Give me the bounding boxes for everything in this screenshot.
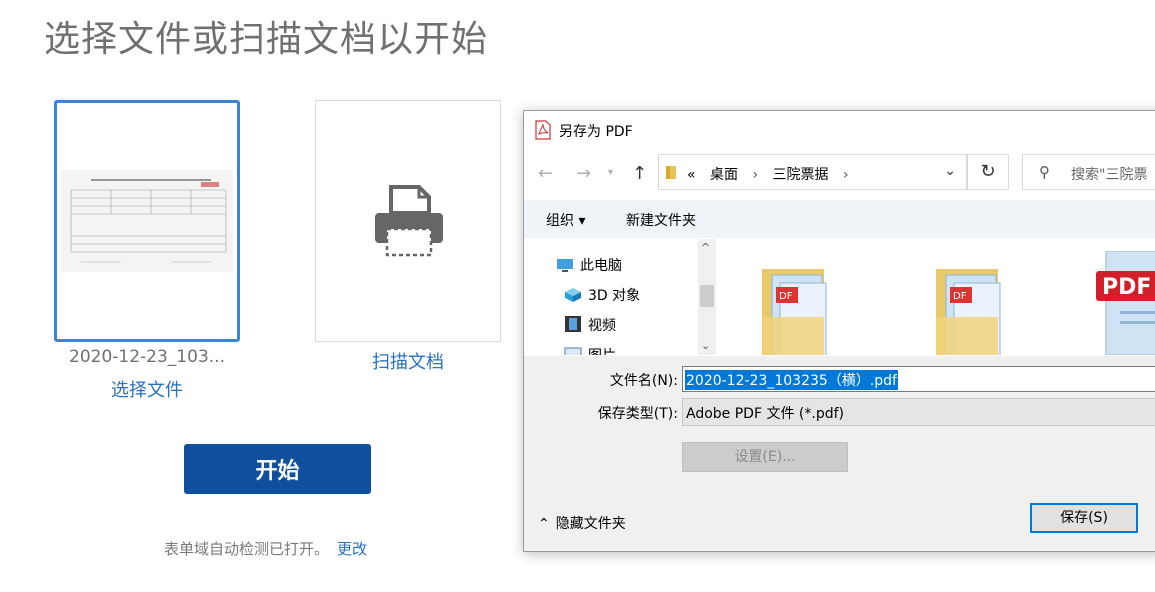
file-name: 2020-12-23_103... (69, 347, 225, 367)
scroll-down-icon[interactable]: ⌄ (701, 339, 710, 352)
filename-label: 文件名(N): (609, 373, 678, 389)
filename-value: 2020-12-23_103235（横）.pdf (685, 370, 898, 390)
form-detection-text: 表单域自动检测已打开。 (164, 540, 330, 558)
file-type-value: Adobe PDF 文件 (*.pdf) (686, 406, 844, 422)
document-thumbnail (61, 170, 233, 272)
svg-text:DF: DF (779, 291, 793, 302)
nav-item-label: 视频 (588, 318, 616, 334)
dialog-toolbar: 组织 ▾ 新建文件夹 (524, 200, 1155, 238)
chevron-up-icon: ⌃ (538, 516, 550, 532)
search-input[interactable]: ⚲ 搜索"三院票 (1022, 154, 1155, 190)
folder-icon (665, 164, 679, 184)
refresh-icon[interactable]: ↻ (967, 154, 1009, 190)
up-arrow-icon[interactable]: ↑ (632, 163, 647, 184)
picture-icon (564, 347, 582, 355)
breadcrumb-sep-icon[interactable]: › (843, 167, 849, 183)
file-type-label: 保存类型(T): (597, 406, 678, 422)
settings-button: 设置(E)... (682, 442, 848, 472)
search-icon: ⚲ (1039, 163, 1050, 181)
nav-item-label: 此电脑 (580, 258, 622, 274)
breadcrumb-desktop[interactable]: 桌面 (710, 167, 738, 183)
scroll-thumb[interactable] (700, 285, 714, 307)
hide-folders-toggle[interactable]: ⌃ 隐藏文件夹 (538, 513, 626, 533)
dialog-titlebar[interactable]: 另存为 PDF (524, 111, 1155, 147)
svg-text:PDF: PDF (1102, 275, 1151, 300)
navigation-bar: ← → ▾ ↑ « 桌面 › 三院票据 › ⌄ ↻ ⚲ 搜索"三院票 (524, 153, 1155, 191)
nav-item-label: 3D 对象 (588, 288, 641, 304)
hide-folders-label: 隐藏文件夹 (555, 516, 626, 532)
scan-document-link[interactable]: 扫描文档 (315, 348, 501, 374)
change-link[interactable]: 更改 (337, 540, 367, 558)
pdf-folder-icon[interactable]: DF (762, 261, 832, 355)
scan-document-card[interactable] (315, 100, 501, 342)
forward-arrow-icon[interactable]: → (576, 163, 591, 184)
breadcrumb-overflow[interactable]: « (687, 167, 696, 183)
save-as-dialog: 另存为 PDF ← → ▾ ↑ « 桌面 › 三院票据 › ⌄ ↻ ⚲ 搜索"三… (523, 110, 1155, 552)
navigation-scrollbar[interactable]: ^ ⌄ (698, 239, 716, 355)
pdf-folder-icon[interactable]: DF (936, 261, 1006, 355)
navigation-pane: 此电脑 3D 对象 视频 图片 (524, 239, 718, 355)
scroll-up-icon[interactable]: ^ (701, 241, 710, 254)
breadcrumb-folder[interactable]: 三院票据 (773, 167, 829, 183)
search-placeholder: 搜索"三院票 (1071, 167, 1148, 183)
start-button[interactable]: 开始 (184, 444, 371, 494)
back-arrow-icon[interactable]: ← (538, 163, 553, 184)
page-title: 选择文件或扫描文档以开始 (44, 19, 489, 60)
nav-item-pictures[interactable]: 图片 (564, 345, 616, 355)
cube-icon (564, 287, 582, 303)
organize-menu[interactable]: 组织 ▾ (546, 210, 585, 230)
breadcrumb-sep-icon[interactable]: › (752, 167, 758, 183)
dialog-bottom-panel: 文件名(N): 2020-12-23_103235（横）.pdf 保存类型(T)… (524, 356, 1155, 551)
dialog-title: 另存为 PDF (559, 124, 633, 140)
pdf-file-icon (534, 120, 552, 144)
select-file-link[interactable]: 选择文件 (54, 376, 240, 402)
form-detection-note: 表单域自动检测已打开。 更改 (164, 538, 367, 559)
film-icon (564, 315, 582, 332)
scanner-icon (373, 185, 445, 263)
recent-chevron-icon[interactable]: ▾ (608, 167, 613, 178)
nav-item-this-pc[interactable]: 此电脑 (556, 255, 622, 275)
nav-item-label: 图片 (588, 348, 616, 355)
svg-text:DF: DF (953, 291, 967, 302)
file-type-select[interactable]: Adobe PDF 文件 (*.pdf) (682, 398, 1155, 426)
nav-item-3d-objects[interactable]: 3D 对象 (564, 285, 640, 305)
file-list: DF DF PDF (718, 239, 1155, 355)
breadcrumb: « 桌面 › 三院票据 › (687, 164, 859, 184)
save-button[interactable]: 保存(S) (1030, 503, 1138, 533)
selected-file-card[interactable] (54, 100, 240, 342)
computer-icon (556, 257, 574, 273)
address-dropdown-icon[interactable]: ⌄ (944, 163, 956, 179)
nav-item-videos[interactable]: 视频 (564, 315, 616, 335)
pdf-file-icon[interactable]: PDF (1096, 250, 1155, 355)
new-folder-button[interactable]: 新建文件夹 (626, 210, 696, 230)
address-bar[interactable]: « 桌面 › 三院票据 › ⌄ (658, 154, 967, 190)
filename-field[interactable]: 2020-12-23_103235（横）.pdf (682, 366, 1155, 392)
